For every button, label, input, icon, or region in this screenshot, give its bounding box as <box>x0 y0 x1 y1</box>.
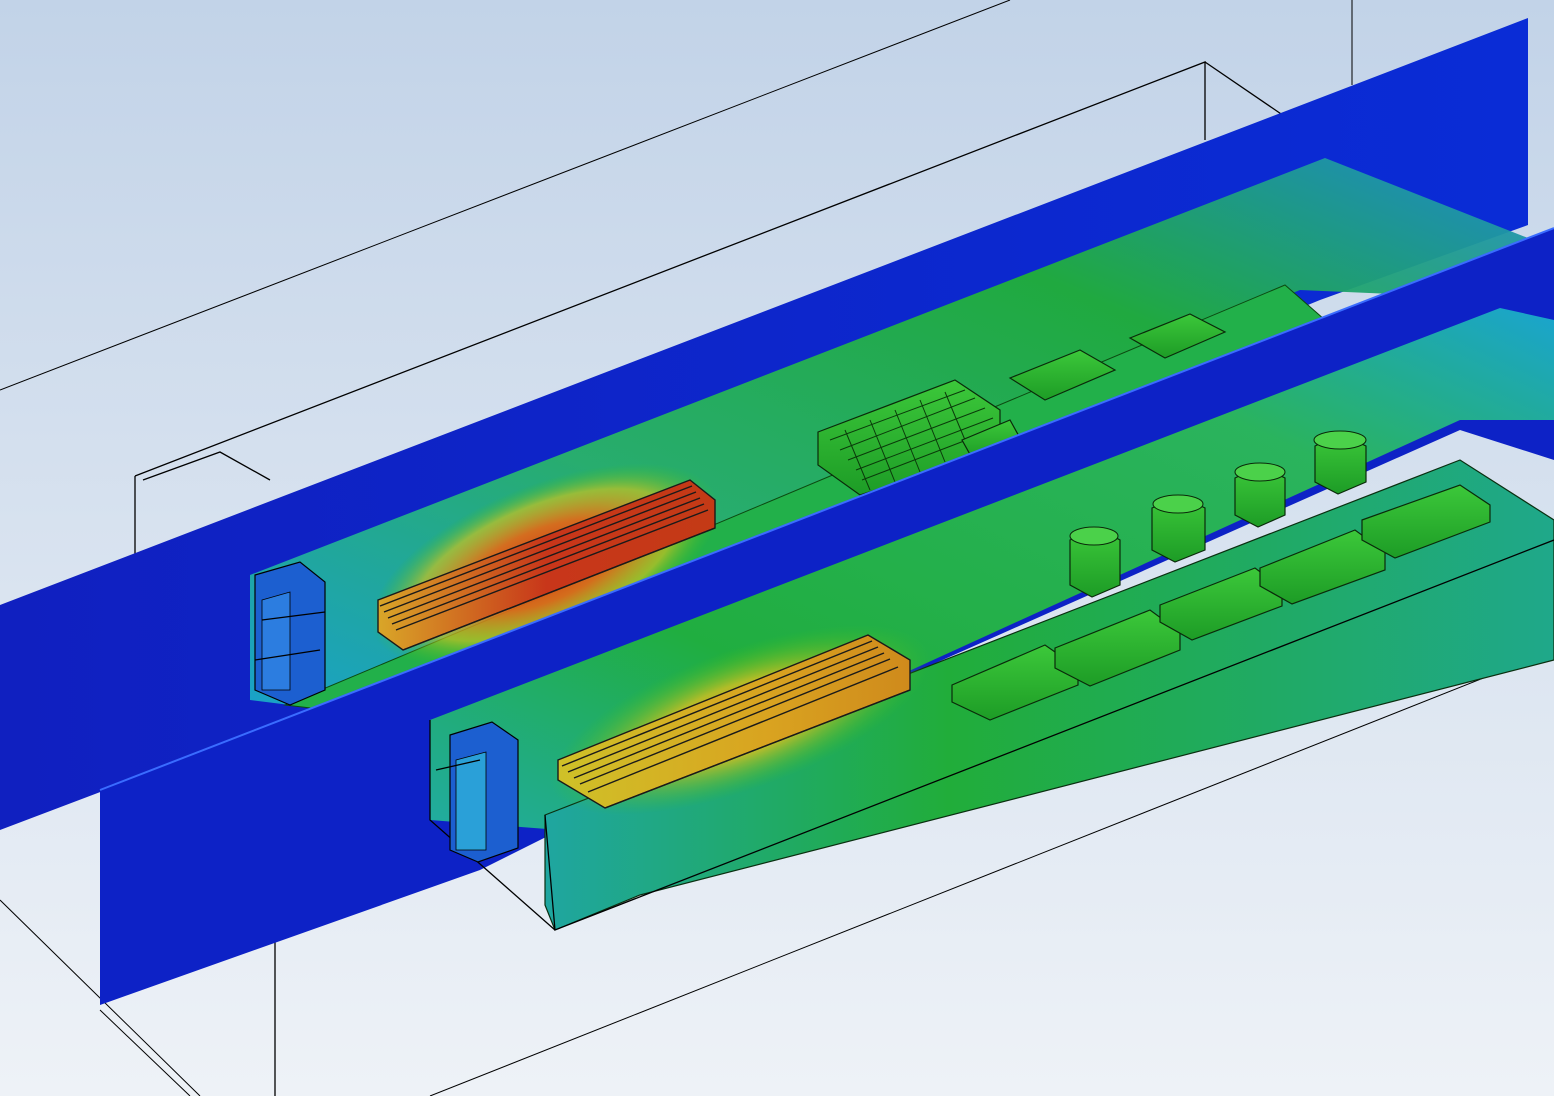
inductor-3 <box>1234 462 1286 528</box>
simulation-viewport[interactable] <box>0 0 1554 1096</box>
thermal-flow-scene <box>0 0 1554 1096</box>
inductor-4 <box>1313 430 1367 495</box>
inductor-2 <box>1151 494 1206 563</box>
upper-fan-inlet <box>254 561 326 706</box>
inductor-1 <box>1069 526 1121 598</box>
